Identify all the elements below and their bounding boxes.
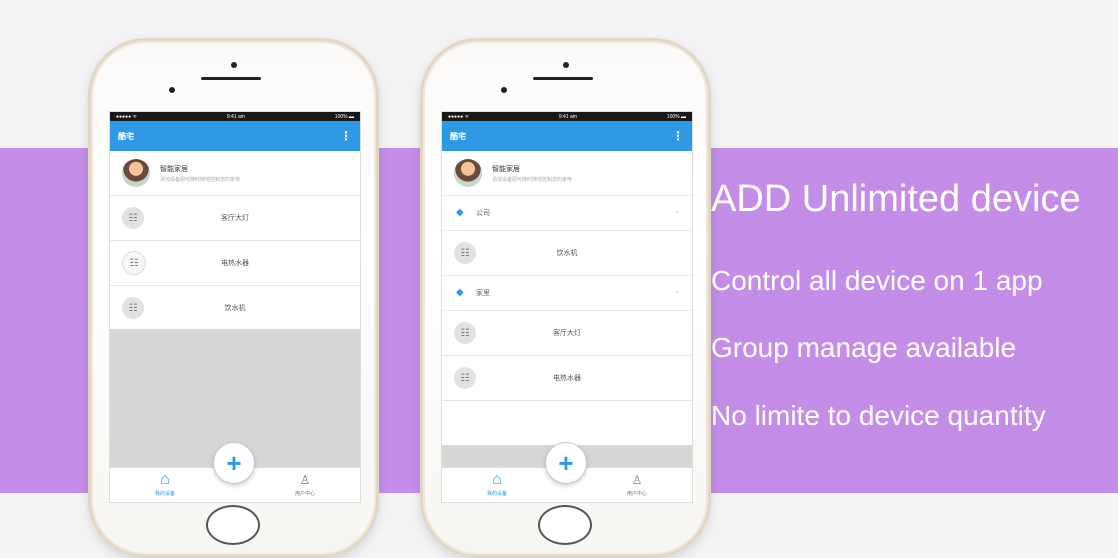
feature-add-unlimited: ADD Unlimited device [711, 178, 1081, 220]
group-icon: ◆ [456, 207, 464, 218]
app-bar: 酷宅 ⋮ [110, 121, 360, 151]
sensor-dot [231, 62, 237, 68]
device-row[interactable]: ☷ 饮水机 [110, 286, 360, 331]
tab-label: 用户中心 [626, 491, 647, 497]
more-vert-icon[interactable]: ⋮ [672, 130, 684, 142]
tab-user-center[interactable]: ♙ 用户中心 [290, 473, 320, 497]
speaker-slot [201, 77, 261, 80]
tab-user-center[interactable]: ♙ 用户中心 [622, 473, 652, 497]
group-icon: ◆ [456, 287, 464, 298]
profile-row[interactable]: 智能家居 添加设备即可随时随地控制您的家电 [110, 151, 360, 196]
camera-dot [169, 87, 175, 93]
user-icon: ♙ [631, 473, 643, 487]
tab-label: 用户中心 [294, 491, 315, 497]
group-name: 家里 [476, 290, 490, 297]
add-device-button[interactable]: + [213, 442, 255, 484]
user-icon: ♙ [299, 473, 311, 487]
device-row[interactable]: ☷ 客厅大灯 [110, 196, 360, 241]
status-bar: ●●●●● ᯤ 9:41 am 100% ▬ [110, 112, 360, 121]
battery-indicator: 100% ▬ [666, 113, 686, 120]
app-screen: ●●●●● ᯤ 9:41 am 100% ▬ 酷宅 ⋮ 智能家居 添加设备即可随… [109, 111, 361, 503]
chevron-down-icon: ⌄ [674, 208, 680, 215]
battery-indicator: 100% ▬ [334, 113, 354, 120]
status-bar: ●●●●● ᯤ 9:41 am 100% ▬ [442, 112, 692, 121]
tab-my-devices[interactable]: ⌂ 我的设备 [482, 471, 512, 498]
profile-row[interactable]: 智能家居 添加设备即可随时随地控制您的家电 [442, 151, 692, 196]
group-header[interactable]: ◆ 公司 ⌄ [442, 196, 692, 231]
device-label: 饮水机 [556, 250, 578, 257]
feature-group-manage: Group manage available [711, 332, 1017, 363]
home-button[interactable] [538, 505, 592, 545]
tab-label: 我的设备 [486, 491, 507, 497]
chevron-down-icon: ⌄ [674, 288, 680, 295]
home-icon: ⌂ [492, 471, 502, 488]
avatar [122, 159, 150, 187]
device-label: 电热水器 [553, 375, 581, 382]
add-device-button[interactable]: + [545, 442, 587, 484]
status-time: 9:41 am [226, 113, 245, 120]
device-label: 客厅大灯 [221, 215, 249, 222]
device-row[interactable]: ☷ 客厅大灯 [442, 311, 692, 356]
home-button[interactable] [206, 505, 260, 545]
tab-label: 我的设备 [154, 491, 175, 497]
device-row[interactable]: ☷ 电热水器 [110, 241, 360, 286]
device-label: 饮水机 [224, 305, 246, 312]
group-name: 公司 [476, 210, 490, 217]
home-icon: ⌂ [160, 471, 170, 488]
app-screen: ●●●●● ᯤ 9:41 am 100% ▬ 酷宅 ⋮ 智能家居 添加设备即可随… [441, 111, 693, 503]
profile-name: 智能家居 [492, 165, 520, 173]
avatar [454, 159, 482, 187]
profile-name: 智能家居 [160, 165, 188, 173]
phone-right: ●●●●● ᯤ 9:41 am 100% ▬ 酷宅 ⋮ 智能家居 添加设备即可随… [420, 38, 711, 558]
more-vert-icon[interactable]: ⋮ [340, 130, 352, 142]
tab-my-devices[interactable]: ⌂ 我的设备 [150, 471, 180, 498]
device-row[interactable]: ☷ 饮水机 [442, 231, 692, 276]
device-label: 电热水器 [221, 260, 249, 267]
app-title: 酷宅 [118, 131, 134, 141]
phone-left: ●●●●● ᯤ 9:41 am 100% ▬ 酷宅 ⋮ 智能家居 添加设备即可随… [88, 38, 379, 558]
sensor-dot [563, 62, 569, 68]
group-header[interactable]: ◆ 家里 ⌄ [442, 276, 692, 311]
carrier-signal: ●●●●● ᯤ [448, 113, 470, 120]
feature-no-limit: No limite to device quantity [711, 400, 1046, 431]
feature-control-all: Control all device on 1 app [711, 265, 1043, 296]
profile-subtitle: 添加设备即可随时随地控制您的家电 [492, 176, 573, 183]
status-time: 9:41 am [558, 113, 577, 120]
camera-dot [501, 87, 507, 93]
device-label: 客厅大灯 [553, 330, 581, 337]
app-title: 酷宅 [450, 131, 466, 141]
speaker-slot [533, 77, 593, 80]
profile-subtitle: 添加设备即可随时随地控制您的家电 [160, 176, 241, 183]
device-row[interactable]: ☷ 电热水器 [442, 356, 692, 401]
carrier-signal: ●●●●● ᯤ [116, 113, 138, 120]
app-bar: 酷宅 ⋮ [442, 121, 692, 151]
